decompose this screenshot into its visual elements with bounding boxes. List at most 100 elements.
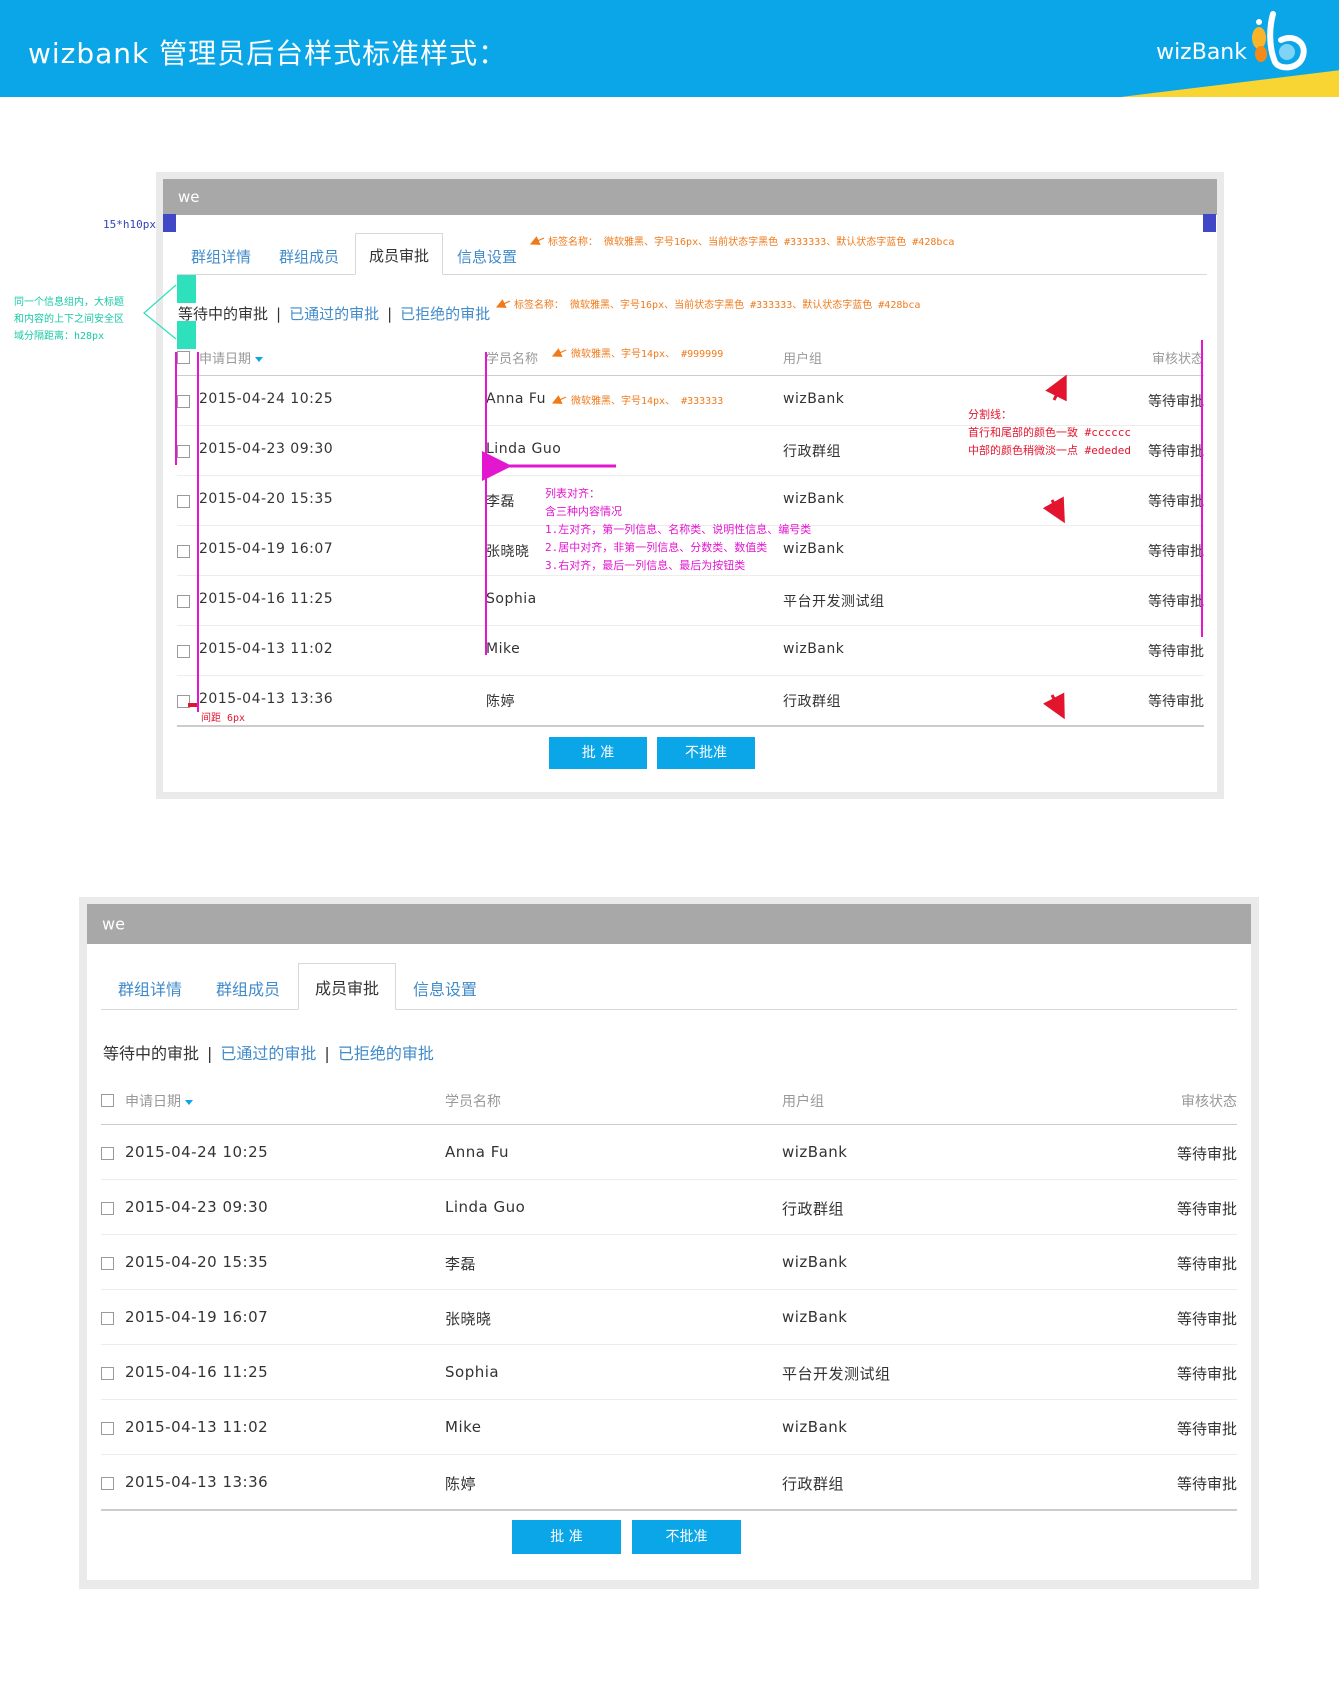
table-row[interactable]: 2015-04-16 11:25 Sophia 平台开发测试组 等待审批 xyxy=(177,575,1204,626)
reject-button[interactable]: 不批准 xyxy=(657,737,755,769)
cell-date: 2015-04-24 10:25 xyxy=(199,391,334,407)
row-checkbox[interactable] xyxy=(177,445,190,458)
filter-separator: | xyxy=(387,305,393,323)
column-header-name: 学员名称 xyxy=(445,1091,501,1111)
cell-group: 行政群组 xyxy=(783,444,841,460)
cell-status: 等待审批 xyxy=(1176,1364,1237,1383)
table-bottom-divider xyxy=(177,725,1204,727)
filter-separator: | xyxy=(207,1044,213,1063)
panel-title: we xyxy=(102,914,125,934)
cell-status: 等待审批 xyxy=(1176,1254,1237,1273)
size-marker-right xyxy=(1203,214,1216,232)
filter-rejected[interactable]: 已拒绝的审批 xyxy=(338,1044,434,1063)
tab-group-members[interactable]: 群组成员 xyxy=(199,965,297,1010)
cell-name: Sophia xyxy=(445,1362,500,1381)
tab-member-approval[interactable]: 成员审批 xyxy=(355,233,443,275)
cell-date: 2015-04-16 11:25 xyxy=(125,1362,269,1381)
alignment-note-line: 1.左对齐，第一列信息、名称类、说明性信息、编号类 xyxy=(545,523,812,536)
column-header-label: 学员名称 xyxy=(445,1094,501,1110)
table-row[interactable]: 2015-04-19 16:07 张晓晓 wizBank 等待审批 xyxy=(101,1289,1237,1345)
cell-status: 等待审批 xyxy=(1148,494,1204,510)
filter-approved[interactable]: 已通过的审批 xyxy=(289,305,379,323)
cell-group: wizBank xyxy=(782,1142,848,1161)
row-checkbox[interactable] xyxy=(101,1476,114,1490)
gap-marker xyxy=(188,703,199,707)
approve-button[interactable]: 批 准 xyxy=(512,1520,621,1554)
cell-name: 陈婷 xyxy=(486,694,515,710)
tab-info-settings[interactable]: 信息设置 xyxy=(443,235,531,275)
select-all-checkbox[interactable] xyxy=(177,351,190,364)
filter-rejected[interactable]: 已拒绝的审批 xyxy=(400,305,490,323)
table-row[interactable]: 2015-04-23 09:30 Linda Guo 行政群组 等待审批 xyxy=(101,1179,1237,1235)
approve-button[interactable]: 批 准 xyxy=(549,737,647,769)
row-checkbox[interactable] xyxy=(101,1421,114,1435)
cell-date: 2015-04-19 16:07 xyxy=(199,541,334,557)
approval-filter-bar: 等待中的审批 | 已通过的审批 | 已拒绝的审批 xyxy=(103,1040,434,1064)
table-row[interactable]: 2015-04-13 11:02 Mike wizBank 等待审批 xyxy=(177,625,1204,676)
column-header-name: 学员名称 xyxy=(486,348,538,367)
table-row[interactable]: 2015-04-13 11:02 Mike wizBank 等待审批 xyxy=(101,1399,1237,1455)
cell-date: 2015-04-13 11:02 xyxy=(199,641,334,657)
sort-caret-icon[interactable] xyxy=(185,1099,193,1105)
row-checkbox[interactable] xyxy=(101,1366,114,1380)
cell-name: 李磊 xyxy=(445,1254,477,1273)
row-checkbox[interactable] xyxy=(101,1311,114,1325)
row-checkbox[interactable] xyxy=(177,395,190,408)
filter-pending[interactable]: 等待中的审批 xyxy=(103,1044,199,1063)
tab-style-note: 标签名称： 微软雅黑、字号16px、当前状态字黑色 #333333、默认状态字蓝… xyxy=(548,237,955,248)
clean-panel: we 群组详情 群组成员 成员审批 信息设置 等待中的审批 | 已通过的审批 | 已拒绝… xyxy=(87,904,1251,1580)
cell-group: wizBank xyxy=(782,1252,848,1271)
spacing-marker-top xyxy=(177,275,196,303)
cell-name: 张晓晓 xyxy=(445,1309,492,1328)
tab-info-settings[interactable]: 信息设置 xyxy=(396,965,494,1010)
cell-date: 2015-04-16 11:25 xyxy=(199,591,334,607)
cell-date: 2015-04-23 09:30 xyxy=(125,1197,269,1216)
tab-group-details[interactable]: 群组详情 xyxy=(177,235,265,275)
cell-status: 等待审批 xyxy=(1176,1144,1237,1163)
table-row[interactable]: 2015-04-20 15:35 李磊 wizBank 等待审批 xyxy=(101,1234,1237,1290)
size-note: 15*h10px xyxy=(103,218,156,231)
tab-member-approval[interactable]: 成员审批 xyxy=(298,963,396,1010)
cell-date: 2015-04-20 15:35 xyxy=(125,1252,269,1271)
table-row[interactable]: 2015-04-13 13:36 陈婷 行政群组 等待审批 xyxy=(101,1454,1237,1510)
butterfly-logo-icon xyxy=(1252,11,1307,71)
cell-status: 等待审批 xyxy=(1148,544,1204,560)
column-header-date[interactable]: 申请日期 xyxy=(199,348,264,367)
row-checkbox[interactable] xyxy=(177,545,190,558)
cell-name: Mike xyxy=(486,641,521,657)
row-checkbox[interactable] xyxy=(101,1256,114,1270)
column-header-label: 申请日期 xyxy=(125,1094,181,1110)
panel-header: we xyxy=(163,179,1217,215)
cell-group: 平台开发测试组 xyxy=(782,1364,891,1383)
row-checkbox[interactable] xyxy=(101,1201,114,1215)
table-row[interactable]: 2015-04-13 13:36 陈婷 行政群组 等待审批 xyxy=(177,675,1204,726)
tab-group-members[interactable]: 群组成员 xyxy=(265,235,353,275)
table-row[interactable]: 2015-04-16 11:25 Sophia 平台开发测试组 等待审批 xyxy=(101,1344,1237,1400)
cell-date: 2015-04-19 16:07 xyxy=(125,1307,269,1326)
column-header-label: 申请日期 xyxy=(199,352,252,367)
select-all-checkbox[interactable] xyxy=(101,1094,114,1107)
row-checkbox[interactable] xyxy=(177,495,190,508)
row-checkbox[interactable] xyxy=(177,645,190,658)
cell-date: 2015-04-23 09:30 xyxy=(199,441,334,457)
column-header-date[interactable]: 申请日期 xyxy=(125,1091,193,1111)
column-header-group: 用户组 xyxy=(782,1091,824,1111)
table-row[interactable]: 2015-04-24 10:25 Anna Fu wizBank 等待审批 xyxy=(101,1124,1237,1180)
alignment-note-line: 2.居中对齐，非第一列信息、分数类、数值类 xyxy=(545,541,768,554)
cell-status: 等待审批 xyxy=(1148,644,1204,660)
divider-note-line: 中部的颜色稍微淡一点 #ededed xyxy=(968,444,1131,457)
row-checkbox[interactable] xyxy=(101,1146,114,1160)
divider-note-line: 首行和尾部的颜色一致 #cccccc xyxy=(968,426,1131,439)
cell-name: Linda Guo xyxy=(486,441,562,457)
cell-date: 2015-04-24 10:25 xyxy=(125,1142,269,1161)
column-header-label: 用户组 xyxy=(783,352,823,367)
reject-button[interactable]: 不批准 xyxy=(632,1520,741,1554)
logo-text: wizBank xyxy=(1156,40,1247,65)
filter-approved[interactable]: 已通过的审批 xyxy=(220,1044,316,1063)
sort-caret-icon[interactable] xyxy=(255,357,264,362)
cell-status: 等待审批 xyxy=(1148,694,1204,710)
cell-group: 平台开发测试组 xyxy=(783,594,885,610)
tab-group-details[interactable]: 群组详情 xyxy=(101,965,199,1010)
row-checkbox[interactable] xyxy=(177,595,190,608)
column-header-label: 审核状态 xyxy=(1151,352,1204,367)
